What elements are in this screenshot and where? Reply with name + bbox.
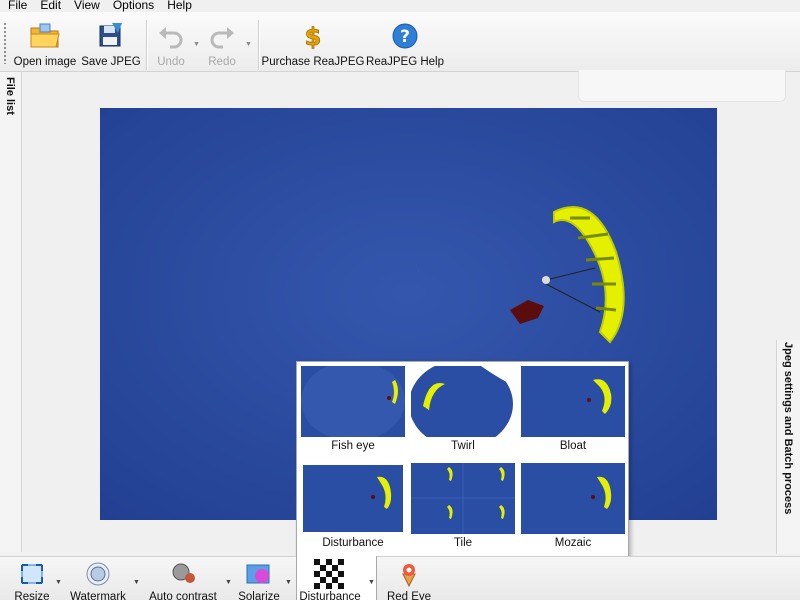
help-button[interactable]: ? ReaJPEG Help	[366, 18, 444, 70]
effect-twirl[interactable]: Twirl	[411, 366, 515, 459]
redo-button[interactable]: Redo	[201, 18, 243, 70]
redo-dropdown-arrow[interactable]: ▼	[245, 41, 252, 48]
watermark-label: Watermark	[70, 591, 126, 600]
effect-disturbance[interactable]: Disturbance	[301, 463, 405, 556]
main-toolbar: Open image Save JPEG Undo ▼ Redo ▼ $ Pur…	[0, 12, 800, 72]
tile-thumbnail	[411, 463, 515, 534]
menu-file[interactable]: File	[8, 0, 27, 11]
save-jpeg-label: Save JPEG	[81, 56, 141, 68]
solarize-icon	[243, 559, 275, 589]
undo-icon	[153, 18, 189, 54]
dollar-icon: $	[295, 18, 331, 54]
menu-view[interactable]: View	[74, 0, 100, 11]
collapsed-panel	[578, 70, 786, 102]
twirl-label: Twirl	[451, 440, 475, 452]
solarize-label: Solarize	[238, 591, 280, 600]
file-list-tab[interactable]: File list	[0, 72, 22, 552]
red-eye-label: Red Eye	[386, 591, 432, 600]
watermark-button[interactable]: Watermark	[66, 559, 130, 600]
disturbance-thumbnail	[301, 463, 405, 534]
folder-icon	[27, 18, 63, 54]
effects-toolbar: Resize ▼ Watermark ▼ Auto contrast ▼ Sol…	[0, 556, 800, 600]
bloat-thumbnail	[521, 366, 625, 437]
open-image-label: Open image	[13, 56, 77, 68]
tile-label: Tile	[453, 537, 473, 549]
menu-help[interactable]: Help	[167, 0, 192, 11]
menu-edit[interactable]: Edit	[40, 0, 61, 11]
jpeg-settings-label: Jpeg settings and Batch process	[782, 342, 794, 515]
effect-fish-eye[interactable]: Fish eye	[301, 366, 405, 459]
toolbar-separator	[146, 20, 147, 70]
auto-contrast-dropdown-arrow[interactable]: ▼	[225, 579, 232, 586]
red-eye-icon	[393, 559, 425, 589]
mozaic-thumbnail	[521, 463, 625, 534]
resize-label: Resize	[14, 591, 50, 600]
toolbar-grip[interactable]	[3, 22, 7, 64]
disturbance-dropdown-arrow[interactable]: ▼	[368, 579, 375, 586]
effect-bloat[interactable]: Bloat	[521, 366, 625, 459]
watermark-icon	[82, 559, 114, 589]
disturbance-checker-icon	[314, 559, 346, 589]
redo-label: Redo	[208, 56, 236, 68]
bloat-label: Bloat	[559, 440, 587, 452]
resize-icon	[16, 559, 48, 589]
help-icon: ?	[387, 18, 423, 54]
effect-tile[interactable]: Tile	[411, 463, 515, 556]
jpeg-settings-tab[interactable]: Jpeg settings and Batch process	[776, 340, 800, 554]
menu-bar: File Edit View Options Help	[0, 0, 800, 12]
save-disk-icon	[93, 18, 129, 54]
fish-eye-label: Fish eye	[331, 440, 375, 452]
auto-contrast-icon	[167, 559, 199, 589]
disturbance-label: Disturbance	[322, 537, 384, 549]
twirl-thumbnail	[411, 366, 515, 437]
resize-button[interactable]: Resize	[10, 559, 54, 600]
auto-contrast-label: Auto contrast	[149, 591, 217, 600]
effects-popup: Fish eye Twirl Bloat Disturbance Tile Mo…	[296, 361, 629, 557]
redo-icon	[204, 18, 240, 54]
toolbar-separator	[258, 20, 259, 70]
disturbance-button[interactable]: Disturbance	[298, 559, 362, 600]
auto-contrast-button[interactable]: Auto contrast	[144, 559, 222, 600]
resize-dropdown-arrow[interactable]: ▼	[55, 579, 62, 586]
watermark-dropdown-arrow[interactable]: ▼	[133, 579, 140, 586]
solarize-button[interactable]: Solarize	[236, 559, 282, 600]
purchase-button[interactable]: $ Purchase ReaJPEG	[261, 18, 365, 70]
purchase-label: Purchase ReaJPEG	[261, 56, 365, 68]
solarize-dropdown-arrow[interactable]: ▼	[285, 579, 292, 586]
menu-options[interactable]: Options	[113, 0, 154, 11]
undo-label: Undo	[157, 56, 185, 68]
disturbance-label: Disturbance	[299, 591, 361, 600]
effect-mozaic[interactable]: Mozaic	[521, 463, 625, 556]
fish-eye-thumbnail	[301, 366, 405, 437]
file-list-label: File list	[4, 77, 16, 115]
save-jpeg-button[interactable]: Save JPEG	[80, 18, 142, 70]
open-image-button[interactable]: Open image	[12, 18, 78, 70]
svg-text:$: $	[305, 23, 322, 50]
help-label: ReaJPEG Help	[366, 56, 444, 68]
undo-button[interactable]: Undo	[150, 18, 192, 70]
undo-dropdown-arrow[interactable]: ▼	[193, 41, 200, 48]
svg-text:?: ?	[400, 27, 410, 47]
red-eye-button[interactable]: Red Eye	[384, 559, 434, 600]
mozaic-label: Mozaic	[554, 537, 592, 549]
